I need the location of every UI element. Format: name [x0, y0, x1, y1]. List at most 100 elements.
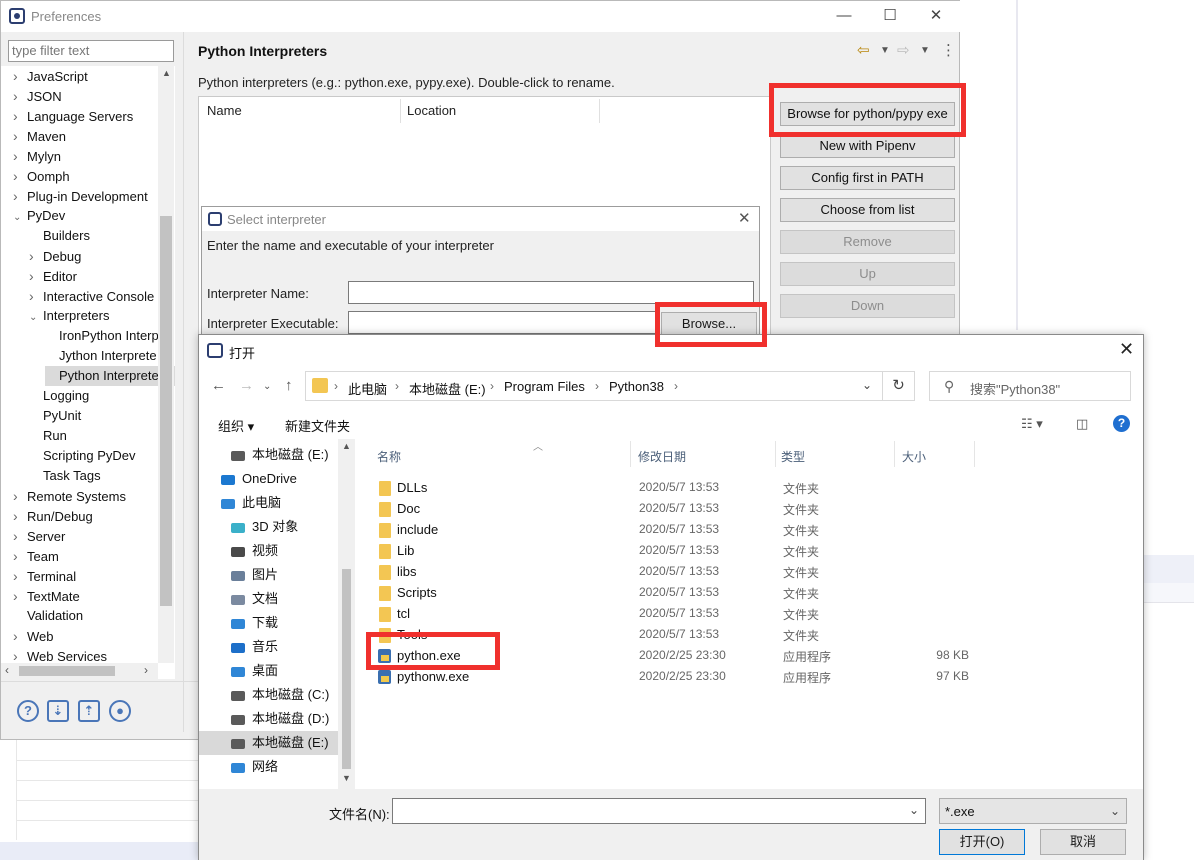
scroll-thumb[interactable]	[160, 216, 172, 606]
chevron-right-icon[interactable]: ›	[13, 166, 27, 186]
tree-item[interactable]: IronPython Interp	[45, 326, 159, 346]
maximize-button[interactable]: ☐	[867, 5, 913, 27]
column-header-location[interactable]: Location	[407, 103, 456, 118]
scroll-down-icon[interactable]: ▼	[342, 773, 351, 783]
tree-horizontal-scrollbar[interactable]: ‹ ›	[1, 663, 158, 679]
file-row[interactable]: libs 2020/5/7 13:53 文件夹	[373, 561, 973, 582]
filter-input[interactable]: type filter text	[8, 40, 174, 62]
column-header-type[interactable]: 类型	[781, 448, 805, 465]
chevron-right-icon[interactable]: ›	[13, 586, 27, 606]
tree-item[interactable]: Validation	[13, 606, 83, 626]
chevron-right-icon[interactable]: ›	[13, 626, 27, 646]
config-first-in-path-button[interactable]: Config first in PATH	[780, 166, 955, 190]
tree-item[interactable]: › Server	[13, 526, 65, 546]
nav-item[interactable]: 本地磁盘 (E:)	[199, 731, 338, 755]
chevron-right-icon[interactable]: ›	[13, 566, 27, 586]
interpreter-name-field[interactable]	[348, 281, 754, 304]
breadcrumb-program-files[interactable]: Program Files	[504, 379, 585, 394]
address-bar[interactable]: › 此电脑 › 本地磁盘 (E:) › Program Files › Pyth…	[305, 371, 883, 401]
scroll-up-icon[interactable]: ▲	[162, 68, 171, 78]
chevron-right-icon[interactable]: ›	[13, 486, 27, 506]
close-button[interactable]: ✕	[913, 5, 959, 27]
chevron-right-icon[interactable]: ›	[29, 286, 43, 306]
view-options-icon[interactable]: ☷ ▾	[1021, 416, 1043, 432]
export-icon[interactable]: ⇡	[78, 700, 100, 722]
nav-item[interactable]: 本地磁盘 (D:)	[199, 707, 338, 731]
cancel-button[interactable]: 取消	[1040, 829, 1126, 855]
tree-item[interactable]: › Remote Systems	[13, 486, 126, 506]
nav-item[interactable]: 本地磁盘 (C:)	[199, 683, 338, 707]
chevron-right-icon[interactable]: ›	[13, 146, 27, 166]
tree-item[interactable]: › JSON	[13, 86, 62, 106]
choose-from-list-button[interactable]: Choose from list	[780, 198, 955, 222]
column-header-name[interactable]: 名称	[377, 448, 401, 465]
file-row[interactable]: Scripts 2020/5/7 13:53 文件夹	[373, 582, 973, 603]
tree-item[interactable]: PyUnit	[29, 406, 81, 426]
tree-item[interactable]: › Terminal	[13, 566, 76, 586]
chevron-right-icon[interactable]: ›	[13, 546, 27, 566]
navigation-scrollbar[interactable]: ▲ ▼	[338, 439, 355, 789]
record-icon[interactable]: ●	[109, 700, 131, 722]
chevron-down-icon[interactable]: ⌄	[13, 208, 27, 228]
filename-input[interactable]: ⌄	[392, 798, 926, 824]
refresh-icon[interactable]: ↻	[883, 371, 915, 401]
tree-item[interactable]: › Team	[13, 546, 59, 566]
tree-item[interactable]: Run	[29, 426, 67, 446]
nav-item[interactable]: 下载	[199, 611, 338, 635]
chevron-down-icon[interactable]: ⌄	[1110, 804, 1120, 818]
forward-dropdown-icon[interactable]: ▼	[920, 45, 930, 56]
nav-item[interactable]: 网络	[199, 755, 338, 779]
tree-item[interactable]: › Web	[13, 626, 54, 646]
open-button[interactable]: 打开(O)	[939, 829, 1025, 855]
help-icon[interactable]: ?	[1113, 415, 1130, 432]
nav-item[interactable]: 文档	[199, 587, 338, 611]
file-row[interactable]: include 2020/5/7 13:53 文件夹	[373, 519, 973, 540]
tree-item[interactable]: ⌄ PyDev	[13, 206, 65, 226]
new-with-pipenv-button[interactable]: New with Pipenv	[780, 134, 955, 158]
tree-item[interactable]: Logging	[29, 386, 89, 406]
nav-item[interactable]: 桌面	[199, 659, 338, 683]
file-row[interactable]: tcl 2020/5/7 13:53 文件夹	[373, 603, 973, 624]
down-button[interactable]: Down	[780, 294, 955, 318]
tree-item[interactable]: › Debug	[29, 246, 81, 266]
chevron-right-icon[interactable]: ›	[13, 506, 27, 526]
tree-item[interactable]: › JavaScript	[13, 66, 88, 86]
tree-item[interactable]: › Maven	[13, 126, 66, 146]
tree-item[interactable]: Scripting PyDev	[29, 446, 135, 466]
close-icon[interactable]: ✕	[738, 209, 751, 227]
chevron-right-icon[interactable]: ›	[13, 106, 27, 126]
import-icon[interactable]: ⇣	[47, 700, 69, 722]
chevron-right-icon[interactable]: ›	[13, 66, 27, 86]
tree-item[interactable]: › Language Servers	[13, 106, 133, 126]
tree-item[interactable]: Builders	[29, 226, 90, 246]
breadcrumb-python38[interactable]: Python38	[609, 379, 664, 394]
breadcrumb-this-pc[interactable]: 此电脑	[348, 379, 387, 398]
interpreter-executable-field[interactable]	[348, 311, 658, 334]
nav-item[interactable]: OneDrive	[199, 467, 338, 491]
new-folder-button[interactable]: 新建文件夹	[285, 416, 350, 435]
view-menu-icon[interactable]: ⋮	[941, 41, 956, 59]
column-header-size[interactable]: 大小	[902, 448, 926, 465]
remove-button[interactable]: Remove	[780, 230, 955, 254]
forward-arrow-icon[interactable]: ⇨	[897, 41, 910, 59]
close-icon[interactable]: ✕	[1119, 339, 1134, 360]
back-dropdown-icon[interactable]: ▼	[880, 45, 890, 56]
scroll-left-icon[interactable]: ‹	[5, 663, 9, 677]
chevron-right-icon[interactable]: ›	[29, 266, 43, 286]
back-arrow-icon[interactable]: ⇦	[857, 41, 870, 59]
tree-item[interactable]: › Editor	[29, 266, 77, 286]
help-icon[interactable]: ?	[17, 700, 39, 722]
scroll-right-icon[interactable]: ›	[144, 663, 148, 677]
nav-item[interactable]: 本地磁盘 (E:)	[199, 443, 338, 467]
back-icon[interactable]: ←	[211, 377, 226, 394]
file-row[interactable]: Lib 2020/5/7 13:53 文件夹	[373, 540, 973, 561]
organize-button[interactable]: 组织 ▾	[218, 416, 254, 435]
chevron-right-icon[interactable]: ›	[13, 186, 27, 206]
column-header-name[interactable]: Name	[207, 103, 242, 118]
scroll-thumb[interactable]	[342, 569, 351, 769]
chevron-down-icon[interactable]: ⌄	[29, 308, 43, 328]
recent-locations-icon[interactable]: ⌄	[263, 381, 271, 392]
chevron-right-icon[interactable]: ›	[13, 526, 27, 546]
tree-item[interactable]: › TextMate	[13, 586, 80, 606]
nav-item[interactable]: 此电脑	[199, 491, 338, 515]
